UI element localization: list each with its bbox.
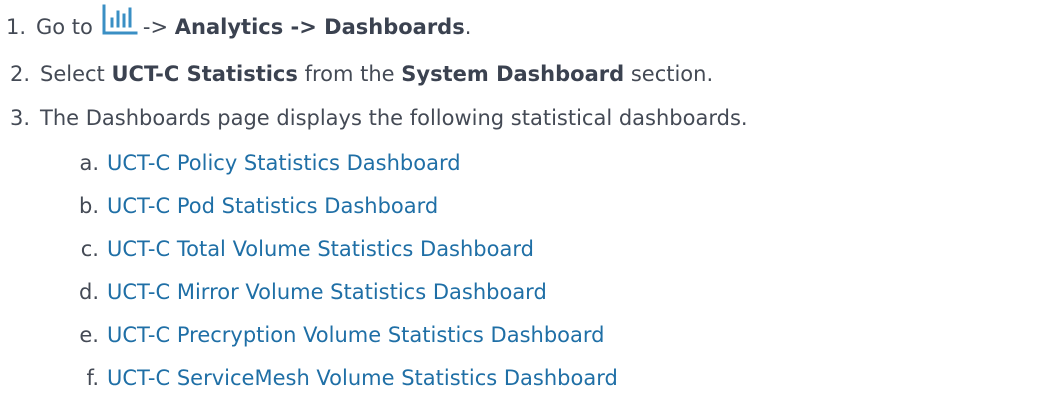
- step-number: 3.: [9, 106, 30, 130]
- dashboard-name: UCT-C Statistics: [111, 62, 298, 86]
- step-text: The Dashboards page displays the followi…: [40, 106, 748, 130]
- arrow-text: ->: [142, 15, 169, 39]
- list-item: a. UCT-C Policy Statistics Dashboard: [0, 144, 461, 182]
- step-post-text: section.: [630, 62, 714, 86]
- list-letter: a.: [79, 151, 99, 175]
- analytics-bar-chart-icon: [99, 3, 139, 37]
- list-item: d. UCT-C Mirror Volume Statistics Dashbo…: [0, 273, 547, 311]
- step-3: 3. The Dashboards page displays the foll…: [0, 98, 748, 138]
- dashboard-link-total-volume[interactable]: UCT-C Total Volume Statistics Dashboard: [107, 237, 534, 261]
- dashboard-link-servicemesh-volume[interactable]: UCT-C ServiceMesh Volume Statistics Dash…: [107, 366, 618, 390]
- list-letter: c.: [80, 237, 99, 261]
- dashboard-link-precryption-volume[interactable]: UCT-C Precryption Volume Statistics Dash…: [107, 323, 604, 347]
- dashboard-link-pod[interactable]: UCT-C Pod Statistics Dashboard: [107, 194, 438, 218]
- step-text: Select UCT-C Statistics from the System …: [40, 62, 713, 86]
- step-post-text: .: [464, 15, 472, 39]
- step-number: 2.: [9, 62, 30, 86]
- instructions-document: 1. Go to -> Analytics -> Dashboards. 2. …: [0, 0, 1039, 418]
- list-item: c. UCT-C Total Volume Statistics Dashboa…: [0, 230, 534, 268]
- step-text: Go to -> Analytics -> Dashboards.: [36, 4, 472, 44]
- step-pre-text: Select: [40, 62, 105, 86]
- dashboard-link-policy[interactable]: UCT-C Policy Statistics Dashboard: [107, 151, 461, 175]
- list-item: f. UCT-C ServiceMesh Volume Statistics D…: [0, 359, 618, 397]
- dashboard-link-mirror-volume[interactable]: UCT-C Mirror Volume Statistics Dashboard: [107, 280, 547, 304]
- list-letter: b.: [78, 194, 99, 218]
- list-letter: f.: [86, 366, 99, 390]
- step-number: 1.: [5, 15, 26, 39]
- list-item: e. UCT-C Precryption Volume Statistics D…: [0, 316, 604, 354]
- section-name: System Dashboard: [401, 62, 625, 86]
- step-2: 2. Select UCT-C Statistics from the Syst…: [0, 54, 713, 94]
- step-mid-text: from the: [304, 62, 395, 86]
- step-1: 1. Go to -> Analytics -> Dashboards.: [0, 4, 472, 47]
- list-letter: e.: [79, 323, 99, 347]
- list-item: b. UCT-C Pod Statistics Dashboard: [0, 187, 438, 225]
- step-pre-text: Go to: [36, 15, 93, 39]
- list-letter: d.: [78, 280, 99, 304]
- menu-path: Analytics -> Dashboards: [174, 15, 465, 39]
